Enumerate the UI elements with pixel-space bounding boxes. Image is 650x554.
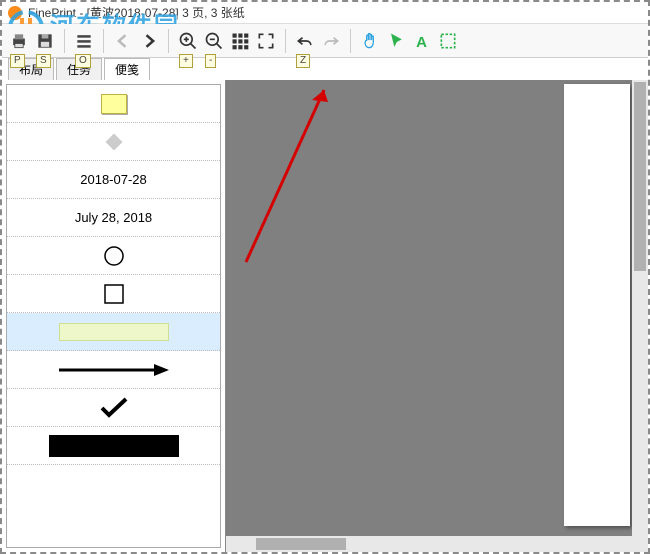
stamps-panel: 2018-07-28 July 28, 2018 (6, 84, 221, 548)
text-tool-button[interactable]: A (409, 28, 435, 54)
toolbar-separator (350, 29, 351, 53)
options-button[interactable]: O (71, 28, 97, 54)
print-button[interactable]: P (6, 28, 32, 54)
stamp-arrow[interactable] (7, 351, 220, 389)
highlighter-icon (59, 323, 169, 341)
scrollbar-thumb[interactable] (634, 82, 646, 271)
hand-tool-button[interactable] (357, 28, 383, 54)
app-icon (8, 6, 22, 20)
content-area: 2018-07-28 July 28, 2018 (2, 80, 648, 552)
vertical-scrollbar[interactable] (632, 80, 648, 552)
select-tool-button[interactable] (435, 28, 461, 54)
hint-o: O (75, 54, 91, 68)
tab-notes[interactable]: 便笺 (104, 58, 150, 80)
stamp-highlighter[interactable] (7, 313, 220, 351)
stamp-circle[interactable] (7, 237, 220, 275)
annotation-arrow (216, 72, 356, 272)
preview-canvas[interactable] (225, 80, 648, 552)
circle-icon (103, 245, 125, 267)
toolbar-separator (168, 29, 169, 53)
hint-s: S (36, 54, 51, 68)
nav-forward-button[interactable] (136, 28, 162, 54)
stamp-date-iso[interactable]: 2018-07-28 (7, 161, 220, 199)
stamp-checkmark[interactable] (7, 389, 220, 427)
page-preview[interactable] (564, 84, 630, 526)
arrow-icon (54, 360, 174, 380)
hint-p: P (10, 54, 25, 68)
diamond-icon (105, 133, 123, 151)
fullscreen-button[interactable] (253, 28, 279, 54)
thumbnails-button[interactable] (227, 28, 253, 54)
sidebar-tabs: 布局 任务 便笺 (2, 58, 648, 80)
sticky-note-icon (101, 94, 127, 114)
stamp-sticky-note[interactable] (7, 85, 220, 123)
zoom-out-button[interactable]: - (201, 28, 227, 54)
redaction-icon (49, 435, 179, 457)
toolbar-separator (64, 29, 65, 53)
checkmark-icon (99, 396, 129, 420)
stamp-redaction[interactable] (7, 427, 220, 465)
toolbar-separator (103, 29, 104, 53)
date-iso-label: 2018-07-28 (80, 172, 147, 187)
date-long-label: July 28, 2018 (75, 210, 152, 225)
window-title: FinePrint - [黄波2018-07-28] 3 页, 3 张纸 (28, 4, 245, 21)
titlebar: FinePrint - [黄波2018-07-28] 3 页, 3 张纸 (2, 2, 648, 24)
save-button[interactable]: S (32, 28, 58, 54)
hint-minus: - (205, 54, 216, 68)
zoom-in-button[interactable]: + (175, 28, 201, 54)
nav-back-button[interactable] (110, 28, 136, 54)
scrollbar-thumb[interactable] (256, 538, 346, 550)
square-icon (103, 283, 125, 305)
svg-text:A: A (416, 33, 427, 50)
pointer-tool-button[interactable] (383, 28, 409, 54)
stamp-square[interactable] (7, 275, 220, 313)
undo-button[interactable]: Z (292, 28, 318, 54)
stamp-date-long[interactable]: July 28, 2018 (7, 199, 220, 237)
stamp-diamond[interactable] (7, 123, 220, 161)
toolbar: P S O + - Z A (2, 24, 648, 58)
redo-button[interactable] (318, 28, 344, 54)
hint-plus: + (179, 54, 193, 68)
horizontal-scrollbar[interactable] (226, 536, 648, 552)
hint-z: Z (296, 54, 310, 68)
toolbar-separator (285, 29, 286, 53)
